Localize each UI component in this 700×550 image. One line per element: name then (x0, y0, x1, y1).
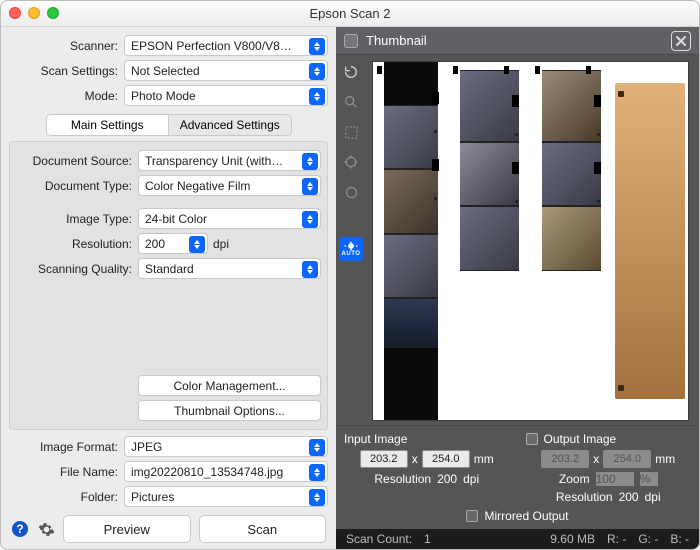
rotate-icon[interactable] (340, 61, 362, 83)
input-res-label: Resolution (374, 472, 431, 486)
file-name-label: File Name: (9, 465, 124, 479)
quality-label: Scanning Quality: (16, 262, 138, 276)
thumbnail-pane: Thumbnail (336, 27, 699, 549)
zoom-unit: % (640, 472, 658, 486)
status-g: G: - (638, 532, 658, 546)
minimize-window-icon[interactable] (28, 7, 40, 19)
chevron-dual-icon (309, 439, 325, 456)
tab-advanced-settings[interactable]: Advanced Settings (168, 115, 291, 135)
input-height[interactable]: 254.0 (422, 450, 470, 468)
window-title: Epson Scan 2 (310, 6, 391, 21)
output-height: 254.0 (603, 450, 651, 468)
file-name-select[interactable]: img20220810_13534748.jpg (124, 461, 328, 482)
output-width: 203.2 (541, 450, 589, 468)
status-bar: Scan Count: 1 9.60 MB R: - G: - B: - (336, 529, 699, 549)
main-settings-panel: Document Source: Transparency Unit (with… (9, 141, 328, 430)
preview-button[interactable]: Preview (63, 515, 191, 543)
unit-mm: mm (474, 452, 494, 466)
chevron-dual-icon (302, 153, 318, 170)
doc-source-select[interactable]: Transparency Unit (with… (138, 150, 321, 171)
color-management-button[interactable]: Color Management... (138, 375, 321, 396)
thumbnail-options-button[interactable]: Thumbnail Options... (138, 400, 321, 421)
image-type-label: Image Type: (16, 212, 138, 226)
gear-icon[interactable] (37, 520, 55, 538)
resolution-select[interactable]: 200 (138, 233, 208, 254)
target-icon[interactable] (340, 151, 362, 173)
image-format-label: Image Format: (9, 440, 124, 454)
thumbnail-header: Thumbnail (336, 27, 699, 55)
marquee-icon[interactable] (340, 121, 362, 143)
help-icon[interactable]: ? (11, 520, 29, 538)
status-r: R: - (607, 532, 626, 546)
zoom-window-icon[interactable] (47, 7, 59, 19)
doc-type-select[interactable]: Color Negative Film (138, 175, 321, 196)
zoom-label: Zoom (559, 472, 590, 486)
close-thumbnail-button[interactable] (671, 31, 691, 51)
chevron-dual-icon (302, 261, 318, 278)
scanner-label: Scanner: (9, 39, 124, 53)
input-res-value: 200 (437, 472, 457, 486)
scanner-select[interactable]: EPSON Perfection V800/V8… (124, 35, 328, 56)
tab-main-settings[interactable]: Main Settings (47, 115, 169, 135)
quality-select[interactable]: Standard (138, 258, 321, 279)
scan-size: 9.60 MB (550, 532, 595, 546)
scan-count-value: 1 (424, 532, 431, 546)
zoom-icon[interactable] (340, 91, 362, 113)
eyedropper-icon[interactable] (340, 181, 362, 203)
chevron-dual-icon (309, 63, 325, 80)
status-b: B: - (670, 532, 689, 546)
scan-count-label: Scan Count: (346, 532, 412, 546)
thumbnail-checkbox[interactable] (344, 34, 358, 48)
chevron-dual-icon (309, 489, 325, 506)
scan-button[interactable]: Scan (199, 515, 327, 543)
scan-settings-select[interactable]: Not Selected (124, 60, 328, 81)
app-window: Epson Scan 2 Scanner: EPSON Perfection V… (0, 0, 700, 550)
output-image-label: Output Image (544, 432, 617, 446)
preview-toolbar: AUTO (336, 55, 366, 425)
size-section: Input Image 203.2 x 254.0 mm Resolution … (336, 425, 699, 506)
mirrored-output-label: Mirrored Output (484, 509, 568, 523)
titlebar: Epson Scan 2 (1, 1, 699, 27)
input-width[interactable]: 203.2 (360, 450, 408, 468)
settings-pane: Scanner: EPSON Perfection V800/V8… Scan … (1, 27, 336, 549)
chevron-dual-icon (189, 236, 205, 253)
chevron-dual-icon (309, 88, 325, 105)
auto-adjust-button[interactable]: AUTO (339, 237, 363, 261)
input-image-label: Input Image (344, 432, 407, 446)
resolution-unit: dpi (213, 237, 229, 251)
settings-tabs: Main Settings Advanced Settings (46, 114, 292, 136)
doc-source-label: Document Source: (16, 154, 138, 168)
mode-label: Mode: (9, 89, 124, 103)
zoom-value: 100 (596, 472, 634, 486)
scan-settings-label: Scan Settings: (9, 64, 124, 78)
doc-type-label: Document Type: (16, 179, 138, 193)
mode-select[interactable]: Photo Mode (124, 85, 328, 106)
svg-text:?: ? (16, 522, 23, 536)
close-window-icon[interactable] (9, 7, 21, 19)
thumbnail-header-label: Thumbnail (366, 33, 427, 48)
image-type-select[interactable]: 24-bit Color (138, 208, 321, 229)
resolution-label: Resolution: (16, 237, 138, 251)
chevron-dual-icon (302, 178, 318, 195)
folder-select[interactable]: Pictures (124, 486, 328, 507)
folder-label: Folder: (9, 490, 124, 504)
image-format-select[interactable]: JPEG (124, 436, 328, 457)
chevron-dual-icon (309, 38, 325, 55)
scan-preview[interactable] (372, 61, 689, 421)
chevron-dual-icon (309, 464, 325, 481)
mirrored-output-checkbox[interactable] (466, 510, 478, 522)
output-image-checkbox[interactable] (526, 433, 538, 445)
chevron-dual-icon (302, 211, 318, 228)
